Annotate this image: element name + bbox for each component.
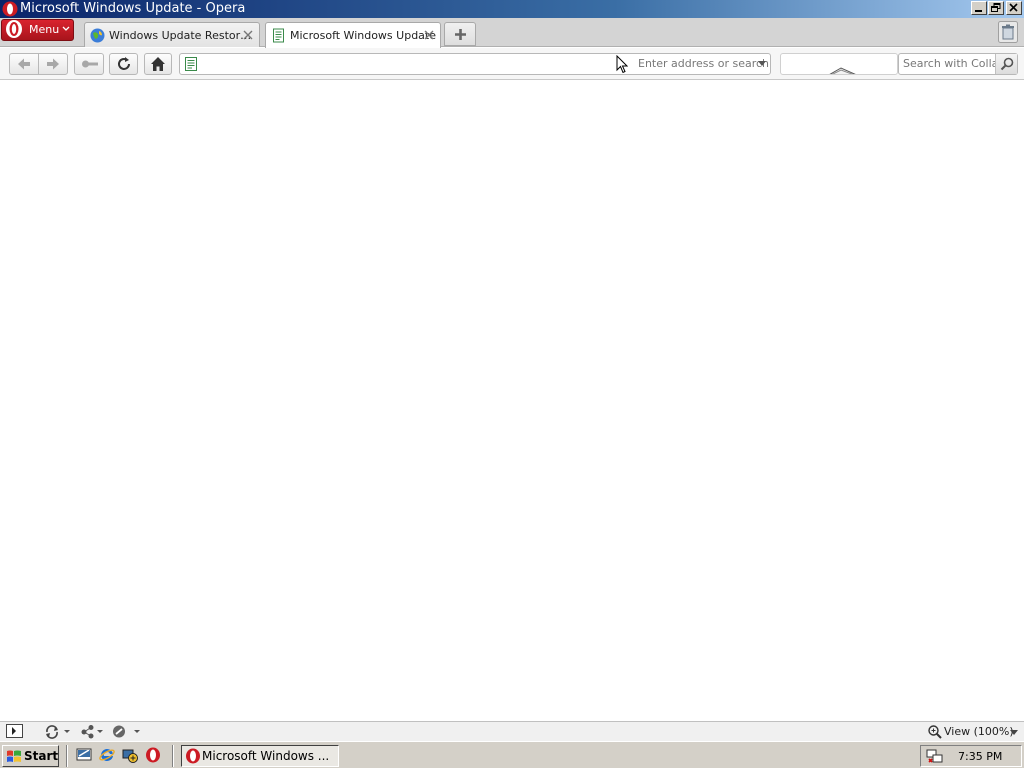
tab-microsoft-windows-update[interactable]: Microsoft Windows Update <box>265 22 441 48</box>
system-tray: 7:35 PM <box>920 745 1022 767</box>
arrow-right-icon <box>47 58 59 70</box>
tab-bar: Menu Windows Update Restor… Microsoft Wi… <box>0 18 1024 48</box>
opera-unite-icon[interactable] <box>80 724 106 739</box>
page-content[interactable] <box>0 80 1024 721</box>
taskbar: Start Microsoft Windows ... 7:35 PM <box>0 741 1024 768</box>
speed-dial-thumbnail[interactable] <box>780 53 898 75</box>
home-button[interactable] <box>144 53 172 75</box>
opera-menu-button[interactable]: Menu <box>1 19 74 41</box>
separator <box>172 745 174 767</box>
close-tab-icon[interactable] <box>242 29 254 41</box>
zoom-label: View (100%) <box>944 725 1014 738</box>
windows-logo-icon <box>7 750 21 762</box>
window-title: Microsoft Windows Update - Opera <box>20 1 246 16</box>
network-icon[interactable] <box>926 749 944 764</box>
panel-toggle-icon[interactable] <box>6 724 24 739</box>
opera-icon[interactable] <box>145 747 161 763</box>
title-bar: Microsoft Windows Update - Opera <box>0 0 1024 18</box>
restore-button[interactable] <box>988 1 1004 15</box>
mouse-cursor-icon <box>616 55 628 74</box>
task-label: Microsoft Windows ... <box>202 749 330 763</box>
minimize-icon <box>975 10 982 12</box>
close-tab-icon[interactable] <box>423 29 435 41</box>
globe-icon <box>90 28 105 43</box>
navigation-bar: Enter address or search Search with Coll… <box>0 48 1024 80</box>
page-icon <box>273 28 284 43</box>
start-button[interactable]: Start <box>2 745 59 767</box>
status-bar: View (100%) <box>0 721 1024 741</box>
taskbar-opera-window[interactable]: Microsoft Windows ... <box>181 745 339 767</box>
page-icon <box>185 57 197 71</box>
key-icon <box>82 60 98 68</box>
sync-icon[interactable] <box>44 724 72 739</box>
turbo-icon[interactable] <box>112 724 142 739</box>
show-desktop-icon[interactable] <box>76 747 92 763</box>
search-placeholder: Search with Collab' <box>903 57 995 70</box>
search-field[interactable]: Search with Collab' <box>898 53 1018 75</box>
clock[interactable]: 7:35 PM <box>958 750 1002 763</box>
internet-explorer-icon[interactable] <box>99 747 115 763</box>
forward-button[interactable] <box>38 53 68 75</box>
keys-button[interactable] <box>74 53 104 75</box>
opera-icon <box>186 748 200 764</box>
address-placeholder: Enter address or search <box>638 57 770 70</box>
opera-logo-icon <box>2 1 18 17</box>
restore-icon <box>991 3 1001 12</box>
reload-icon <box>118 57 130 70</box>
start-label: Start <box>24 749 59 763</box>
opera-logo-icon <box>6 20 22 38</box>
thumbnail-image <box>829 67 856 74</box>
search-button[interactable] <box>995 54 1017 74</box>
close-icon <box>1009 3 1018 12</box>
search-icon <box>1000 57 1014 71</box>
chevron-down-icon <box>62 26 70 31</box>
chevron-down-icon <box>1010 730 1018 735</box>
arrow-left-icon <box>18 58 30 70</box>
reload-button[interactable] <box>109 53 138 75</box>
minimize-button[interactable] <box>971 1 987 15</box>
separator <box>66 745 68 767</box>
home-icon <box>151 57 165 71</box>
new-tab-button[interactable] <box>444 22 476 46</box>
menu-label: Menu <box>29 23 60 36</box>
tab-windows-update-restore[interactable]: Windows Update Restor… <box>84 22 260 47</box>
trash-icon[interactable] <box>998 21 1018 43</box>
address-field[interactable]: Enter address or search <box>179 53 771 75</box>
chevron-down-icon[interactable] <box>758 61 766 67</box>
windows-update-icon[interactable] <box>122 747 138 763</box>
tab-label: Microsoft Windows Update <box>290 29 436 42</box>
plus-icon <box>455 29 466 40</box>
zoom-icon <box>928 725 942 739</box>
tab-label: Windows Update Restor… <box>109 29 252 42</box>
close-window-button[interactable] <box>1006 1 1022 15</box>
back-button[interactable] <box>9 53 39 75</box>
